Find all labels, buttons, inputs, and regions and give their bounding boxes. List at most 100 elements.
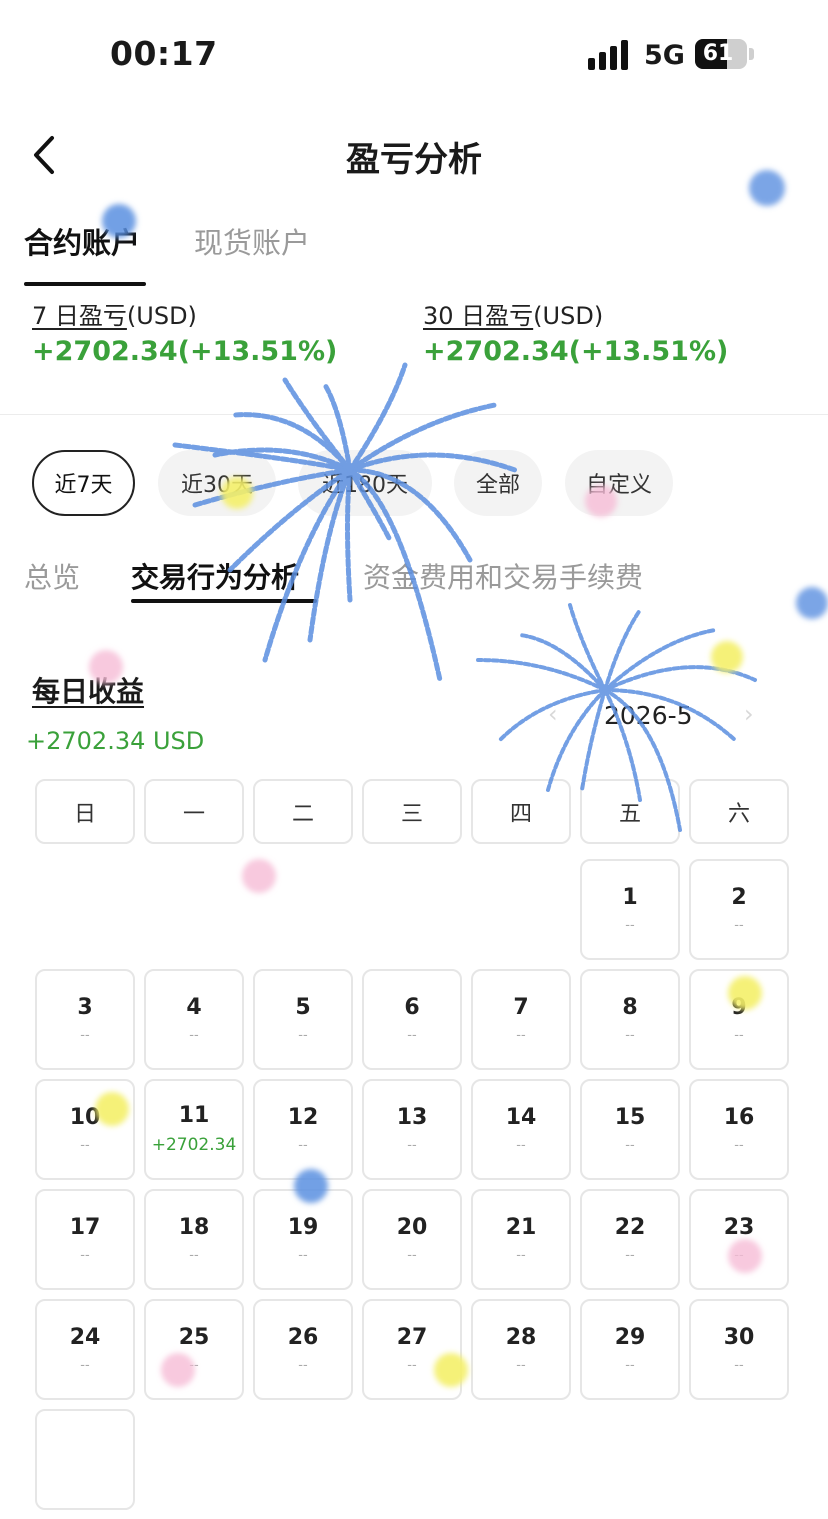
calendar-day-cell[interactable]: 1 --	[580, 859, 680, 960]
tab-spot-account[interactable]: 现货账户	[194, 220, 310, 262]
calendar-day-cell[interactable]: 29 --	[580, 1299, 680, 1400]
day-number: 18	[178, 1215, 210, 1240]
calendar-day-cell[interactable]: 5 --	[253, 969, 353, 1070]
calendar-day-cell[interactable]: 19 --	[253, 1189, 353, 1290]
range-30d-button[interactable]: 近30天	[158, 450, 276, 516]
tab-trading-behavior[interactable]: 交易行为分析	[131, 556, 299, 596]
day-pnl-value: --	[625, 918, 635, 933]
calendar-day-cell[interactable]: 27 --	[362, 1299, 462, 1400]
day-number: 27	[396, 1325, 428, 1350]
calendar-day-cell[interactable]: 24 --	[35, 1299, 135, 1400]
calendar-day-cell[interactable]: 23 --	[689, 1189, 789, 1290]
day-pnl-value: --	[625, 1028, 635, 1043]
day-number: 1	[622, 885, 638, 910]
day-number: 2	[731, 885, 747, 910]
calendar-day-cell[interactable]	[35, 1409, 135, 1510]
tab-contract-account[interactable]: 合约账户	[24, 220, 140, 262]
calendar-day-cell[interactable]: 26 --	[253, 1299, 353, 1400]
day-pnl-value: --	[298, 1028, 308, 1043]
battery-icon: 61	[695, 39, 747, 69]
calendar-week-row: 3 -- 4 -- 5 -- 6 -- 7 -- 8 -- 9 --	[35, 969, 795, 1070]
day-pnl-value: --	[80, 1358, 90, 1373]
day-number: 3	[77, 995, 93, 1020]
calendar-week-row	[35, 1409, 795, 1510]
weekday-header-cell: 一	[144, 779, 244, 844]
calendar-day-cell[interactable]: 28 --	[471, 1299, 571, 1400]
calendar-day-cell[interactable]: 13 --	[362, 1079, 462, 1180]
seven-day-pnl-value: +2702.34(+13.51%)	[32, 336, 338, 367]
calendar-day-cell[interactable]: 3 --	[35, 969, 135, 1070]
day-number: 22	[614, 1215, 646, 1240]
calendar-day-cell[interactable]: 18 --	[144, 1189, 244, 1290]
calendar-day-cell[interactable]: 14 --	[471, 1079, 571, 1180]
range-all-button[interactable]: 全部	[454, 450, 542, 516]
calendar: 日一二三四五六 1 -- 2 -- 3 -- 4 -- 5 -- 6 -- 7 -- 8 -- 9 -- 10 -- 1…	[35, 779, 795, 1519]
day-pnl-value: --	[734, 1138, 744, 1153]
calendar-day-cell[interactable]: 11 +2702.34	[144, 1079, 244, 1180]
day-pnl-value: --	[625, 1358, 635, 1373]
day-number: 12	[287, 1105, 319, 1130]
day-pnl-value: --	[80, 1028, 90, 1043]
day-number: 5	[295, 995, 311, 1020]
calendar-day-cell[interactable]: 25 --	[144, 1299, 244, 1400]
day-pnl-value: --	[298, 1248, 308, 1263]
calendar-day-cell[interactable]: 6 --	[362, 969, 462, 1070]
day-pnl-value: --	[516, 1358, 526, 1373]
day-pnl-value: +2702.34	[151, 1135, 237, 1155]
calendar-day-cell[interactable]: 10 --	[35, 1079, 135, 1180]
day-number: 11	[178, 1103, 210, 1128]
weekday-header-cell: 六	[689, 779, 789, 844]
day-number: 6	[404, 995, 420, 1020]
thirty-day-pnl-unit: (USD)	[533, 302, 604, 330]
calendar-day-cell[interactable]: 8 --	[580, 969, 680, 1070]
range-7d-button[interactable]: 近7天	[32, 450, 135, 516]
calendar-week-row: 1 -- 2 --	[35, 859, 795, 960]
calendar-day-cell[interactable]: 7 --	[471, 969, 571, 1070]
calendar-day-cell[interactable]: 9 --	[689, 969, 789, 1070]
day-pnl-value: --	[625, 1138, 635, 1153]
day-number: 25	[178, 1325, 210, 1350]
day-pnl-value: --	[407, 1248, 417, 1263]
day-number: 29	[614, 1325, 646, 1350]
weekday-label: 六	[727, 801, 750, 827]
day-pnl-value: --	[516, 1138, 526, 1153]
day-number: 19	[287, 1215, 319, 1240]
month-label: 2026-5	[604, 701, 693, 730]
chevron-left-icon[interactable]: ‹	[548, 700, 558, 728]
calendar-day-cell[interactable]: 16 --	[689, 1079, 789, 1180]
calendar-weeks: 1 -- 2 -- 3 -- 4 -- 5 -- 6 -- 7 -- 8 -- 9 -- 10 -- 11 +2702.3…	[35, 859, 795, 1510]
tab-overview[interactable]: 总览	[24, 556, 80, 596]
chevron-right-icon[interactable]: ›	[744, 700, 754, 728]
day-number: 26	[287, 1325, 319, 1350]
calendar-day-cell[interactable]: 21 --	[471, 1189, 571, 1290]
seven-day-pnl-label[interactable]: 7 日盈亏(USD)	[32, 296, 197, 331]
calendar-day-cell[interactable]: 22 --	[580, 1189, 680, 1290]
tab-funding-fees[interactable]: 资金费用和交易手续费	[363, 556, 643, 596]
range-180d-button[interactable]: 近180天	[298, 450, 432, 516]
section-divider	[0, 414, 828, 415]
signal-icon	[588, 40, 632, 70]
calendar-day-cell[interactable]: 12 --	[253, 1079, 353, 1180]
thirty-day-pnl-label[interactable]: 30 日盈亏(USD)	[423, 296, 603, 331]
day-pnl-value: --	[407, 1028, 417, 1043]
active-section-indicator	[131, 599, 317, 603]
status-time: 00:17	[110, 34, 218, 73]
calendar-day-cell[interactable]: 2 --	[689, 859, 789, 960]
calendar-empty-cell	[253, 859, 353, 960]
day-pnl-value: --	[625, 1248, 635, 1263]
calendar-week-row: 10 -- 11 +2702.34 12 -- 13 -- 14 -- 15 -- 16 --	[35, 1079, 795, 1180]
range-custom-button[interactable]: 自定义	[565, 450, 673, 516]
weekday-header-cell: 五	[580, 779, 680, 844]
weekday-label: 五	[618, 801, 641, 827]
weekday-label: 一	[182, 801, 205, 827]
calendar-day-cell[interactable]: 20 --	[362, 1189, 462, 1290]
day-number: 14	[505, 1105, 537, 1130]
calendar-day-cell[interactable]: 30 --	[689, 1299, 789, 1400]
weekday-header-cell: 四	[471, 779, 571, 844]
calendar-day-cell[interactable]: 4 --	[144, 969, 244, 1070]
calendar-day-cell[interactable]: 15 --	[580, 1079, 680, 1180]
calendar-day-cell[interactable]: 17 --	[35, 1189, 135, 1290]
day-number: 8	[622, 995, 638, 1020]
day-pnl-value: --	[407, 1358, 417, 1373]
seven-day-pnl-unit: (USD)	[126, 302, 197, 330]
